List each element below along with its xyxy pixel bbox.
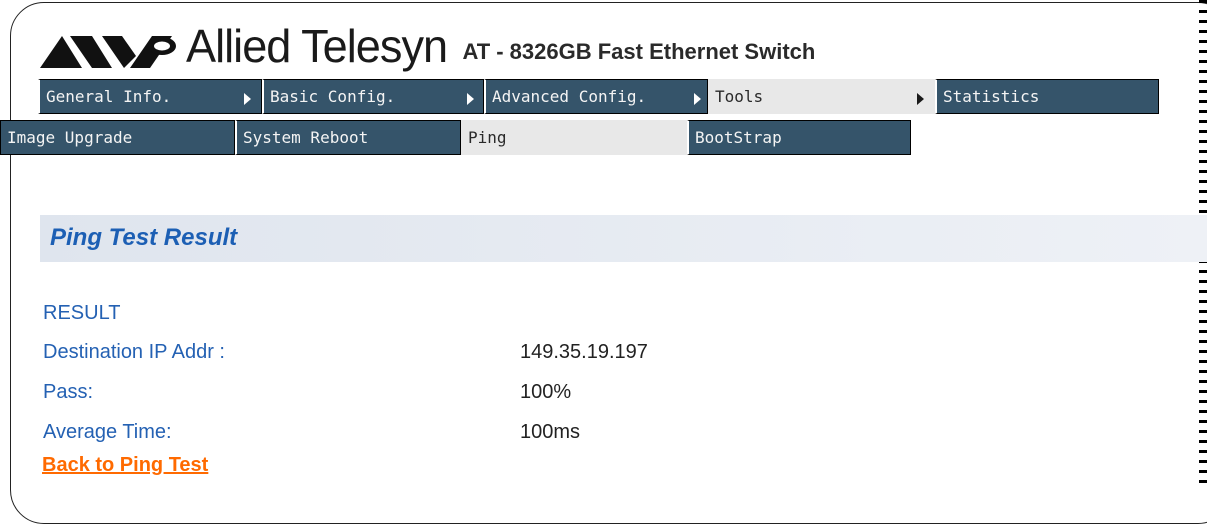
tab-label: Statistics	[943, 87, 1040, 106]
allied-telesyn-logo-icon	[40, 36, 176, 68]
tab-tools[interactable]: Tools	[708, 79, 935, 114]
dest-ip-value: 149.35.19.197	[520, 341, 648, 363]
tab-label: Advanced Config.	[492, 87, 647, 106]
tab-label: Basic Config.	[270, 87, 396, 106]
arrow-right-icon	[467, 93, 474, 105]
header: Allied Telesyn AT - 8326GB Fast Ethernet…	[40, 8, 815, 70]
pass-value: 100%	[520, 381, 572, 403]
brand-name: Allied Telesyn	[186, 20, 448, 72]
main-menu: General Info. Basic Config. Advanced Con…	[38, 79, 1159, 114]
subtab-bootstrap[interactable]: BootStrap	[687, 120, 911, 155]
model-name: AT - 8326GB Fast Ethernet Switch	[462, 39, 816, 64]
tab-label: Image Upgrade	[7, 128, 133, 147]
subtab-ping[interactable]: Ping	[461, 120, 687, 155]
page-title: Ping Test Result	[50, 224, 238, 251]
tab-advanced-config[interactable]: Advanced Config.	[484, 79, 708, 114]
arrow-right-icon	[244, 93, 251, 105]
sub-menu: Image Upgrade System Reboot Ping BootStr…	[0, 120, 911, 155]
tab-statistics[interactable]: Statistics	[935, 79, 1159, 114]
tab-label: Tools	[715, 87, 764, 106]
dest-ip-label: Destination IP Addr :	[43, 341, 225, 363]
tab-label: System Reboot	[243, 128, 369, 147]
subtab-image-upgrade[interactable]: Image Upgrade	[0, 120, 235, 155]
tab-label: General Info.	[46, 87, 172, 106]
back-to-ping-test-link[interactable]: Back to Ping Test	[42, 454, 208, 477]
result-heading: RESULT	[43, 302, 121, 324]
tab-label: Ping	[468, 128, 507, 147]
subtab-system-reboot[interactable]: System Reboot	[235, 120, 461, 155]
arrow-right-icon	[694, 93, 701, 105]
avg-time-value: 100ms	[520, 421, 581, 443]
tab-general-info[interactable]: General Info.	[38, 79, 262, 114]
pass-label: Pass:	[43, 381, 94, 403]
avg-time-label: Average Time:	[43, 421, 172, 443]
tab-label: BootStrap	[695, 128, 782, 147]
arrow-right-icon	[917, 93, 924, 105]
tab-basic-config[interactable]: Basic Config.	[262, 79, 484, 114]
section-header: Ping Test Result	[40, 215, 1207, 262]
